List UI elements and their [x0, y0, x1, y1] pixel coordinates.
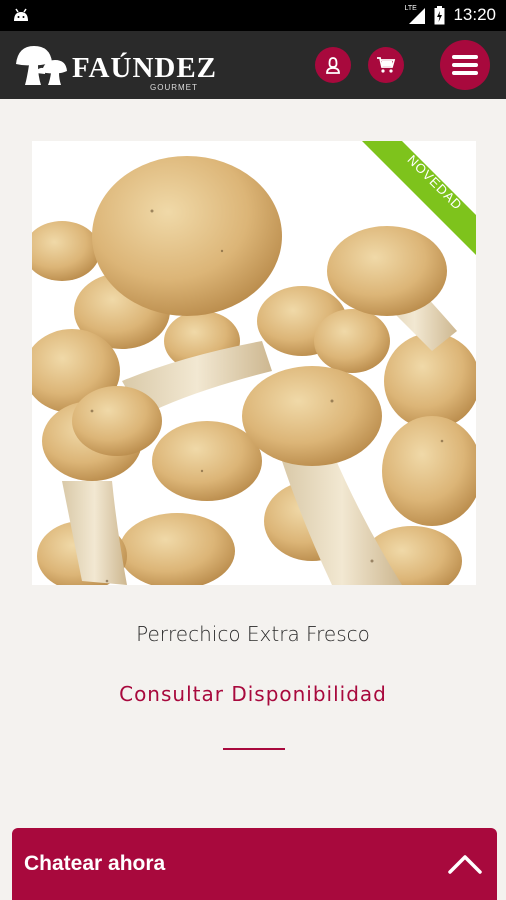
status-time: 13:20 — [453, 5, 496, 24]
user-icon — [326, 57, 340, 74]
android-icon — [14, 8, 28, 21]
account-button[interactable] — [315, 47, 351, 83]
chat-label: Chatear ahora — [24, 852, 166, 875]
cart-button[interactable] — [368, 47, 404, 83]
battery-icon — [434, 5, 445, 24]
cart-icon — [377, 57, 396, 73]
status-bar: LTE 13:20 — [0, 0, 506, 31]
chat-bar[interactable]: Chatear ahora — [12, 828, 497, 900]
mushrooms-image — [32, 141, 476, 585]
signal-icon: LTE — [404, 5, 426, 25]
mushroom-logo-icon — [16, 46, 67, 85]
product-title[interactable]: Perrechico Extra Fresco — [0, 622, 506, 646]
product-image[interactable]: NOVEDAD — [32, 141, 476, 585]
brand-name: FAÚNDEZ — [72, 52, 218, 84]
brand-subtitle: GOURMET — [150, 83, 198, 92]
availability-link[interactable]: Consultar Disponibilidad — [0, 682, 506, 706]
app-header: FAÚNDEZ GOURMET — [0, 31, 506, 99]
menu-button[interactable] — [440, 40, 490, 90]
menu-icon — [452, 55, 478, 75]
brand-logo[interactable]: FAÚNDEZ GOURMET — [12, 40, 216, 92]
divider — [223, 748, 285, 750]
chevron-up-icon[interactable] — [447, 848, 483, 878]
